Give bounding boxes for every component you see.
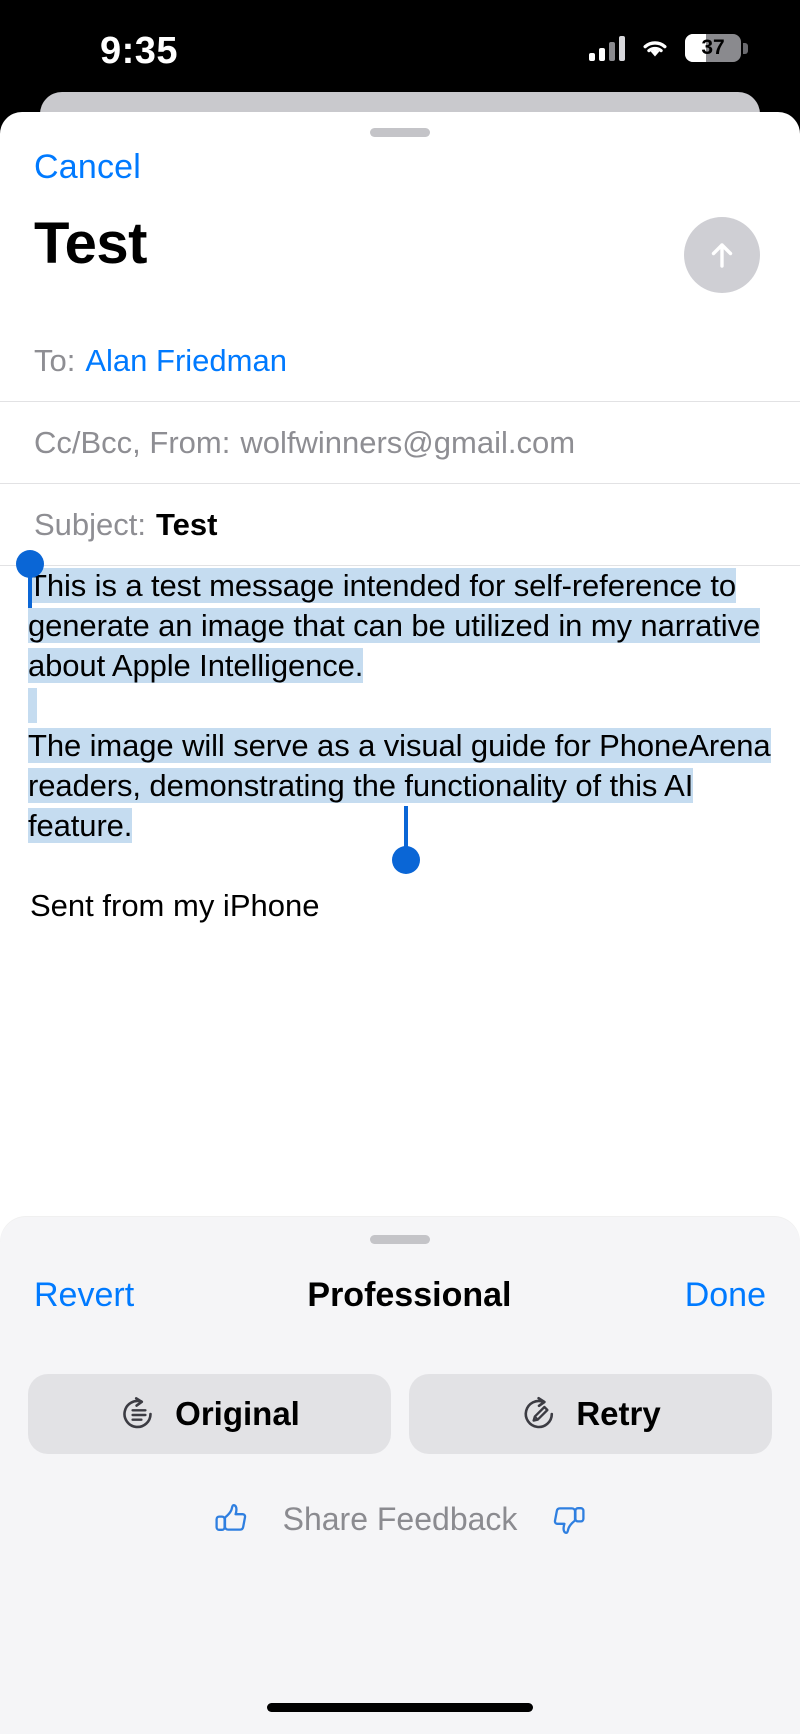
- selection-end-caret: [404, 806, 408, 850]
- body-blank-line: [28, 686, 772, 726]
- retry-pencil-circle-icon: [524, 1396, 554, 1429]
- send-arrow-up-icon: [711, 243, 733, 268]
- status-bar: 9:35 37: [0, 0, 800, 100]
- writing-tools-panel: Revert Professional Done Original Retry …: [0, 1217, 800, 1734]
- status-bar-clock: 9:35: [100, 30, 179, 72]
- to-field[interactable]: To: Alan Friedman: [0, 320, 800, 402]
- writing-tools-actions: Original Retry: [28, 1374, 772, 1454]
- revert-button[interactable]: Revert: [34, 1276, 134, 1315]
- writing-tools-grabber[interactable]: [370, 1235, 430, 1244]
- original-button-label: Original: [175, 1395, 300, 1432]
- compose-header-fields: To: Alan Friedman Cc/Bcc, From: wolfwinn…: [0, 320, 800, 566]
- cc-bcc-from-field[interactable]: Cc/Bcc, From: wolfwinners@gmail.com: [0, 402, 800, 484]
- thumbs-down-icon[interactable]: [547, 1497, 591, 1541]
- to-label: To:: [34, 342, 76, 378]
- battery-percent-label: 37: [701, 36, 725, 59]
- body-paragraph-2-text: The image will serve as a visual guide f…: [28, 728, 771, 843]
- original-button[interactable]: Original: [28, 1374, 391, 1454]
- share-feedback-row: Share Feedback: [0, 1489, 800, 1549]
- share-feedback-label: Share Feedback: [282, 1500, 518, 1537]
- battery-icon: 37: [685, 34, 748, 62]
- subject-field[interactable]: Subject: Test: [0, 484, 800, 566]
- home-indicator: [267, 1703, 533, 1712]
- body-paragraph-1[interactable]: This is a test message intended for self…: [28, 566, 772, 686]
- selection-start-handle[interactable]: [16, 550, 44, 578]
- cc-bcc-from-label: Cc/Bcc, From:: [34, 424, 231, 460]
- signature-text[interactable]: Sent from my iPhone: [28, 886, 772, 926]
- cancel-button[interactable]: Cancel: [34, 148, 141, 187]
- subject-value[interactable]: Test: [156, 507, 217, 543]
- body-paragraph-2[interactable]: The image will serve as a visual guide f…: [28, 726, 772, 846]
- writing-style-title: Professional: [307, 1275, 512, 1314]
- wifi-icon: [639, 36, 671, 60]
- selection-end-handle[interactable]: [392, 846, 420, 874]
- page-title: Test: [34, 211, 147, 276]
- status-bar-indicators: 37: [589, 34, 748, 62]
- done-button[interactable]: Done: [685, 1276, 766, 1315]
- sheet-grabber[interactable]: [370, 128, 430, 137]
- iphone-screen: 9:35 37 Cancel Test To: Alan Friedman Cc…: [0, 0, 800, 1734]
- send-button[interactable]: [684, 217, 760, 293]
- writing-tools-header: Revert Professional Done: [0, 1265, 800, 1325]
- subject-label: Subject:: [34, 506, 147, 542]
- thumbs-up-icon[interactable]: [209, 1497, 253, 1541]
- to-recipient[interactable]: Alan Friedman: [85, 343, 287, 379]
- retry-button-label: Retry: [576, 1395, 661, 1432]
- revert-lines-circle-icon: [123, 1397, 152, 1429]
- cellular-bars-icon: [589, 35, 625, 61]
- retry-button[interactable]: Retry: [409, 1374, 772, 1454]
- from-address[interactable]: wolfwinners@gmail.com: [240, 425, 575, 461]
- body-paragraph-1-text: This is a test message intended for self…: [28, 568, 761, 683]
